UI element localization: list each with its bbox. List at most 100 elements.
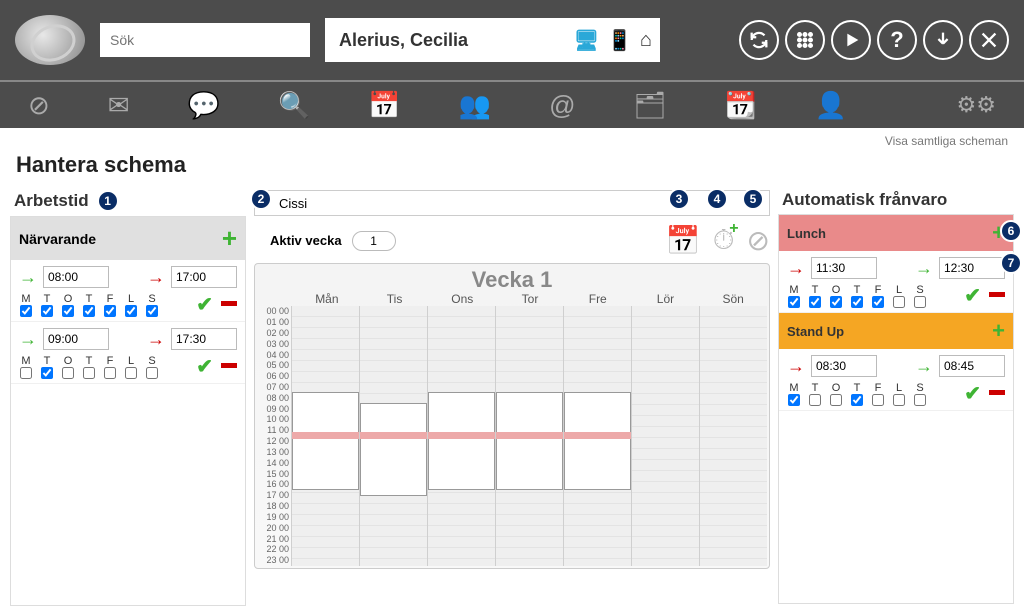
day-checkbox[interactable]	[830, 394, 842, 406]
schedule-search-input[interactable]	[254, 190, 770, 216]
day-checkbox[interactable]	[146, 305, 158, 317]
arrow-in-icon: →	[915, 258, 933, 279]
day-checkbox[interactable]	[851, 394, 863, 406]
absence-end-input[interactable]	[939, 257, 1005, 279]
at-icon[interactable]: @	[549, 90, 575, 121]
confirm-icon[interactable]: ✔	[196, 354, 213, 379]
day-column	[359, 306, 427, 566]
grid-button[interactable]	[785, 20, 825, 60]
start-time-input[interactable]	[43, 266, 109, 288]
monitor-icon[interactable]: 🖥	[574, 28, 599, 53]
day-checkbox[interactable]	[872, 296, 884, 308]
sync-button[interactable]	[739, 20, 779, 60]
home-icon[interactable]: ⌂	[640, 29, 652, 52]
settings-icon[interactable]: ⚙⚙	[957, 92, 996, 118]
mail-icon[interactable]: ✉	[108, 90, 130, 121]
lunch-band	[496, 432, 563, 439]
add-absence-button[interactable]: +	[992, 318, 1005, 344]
arrow-in-icon: →	[915, 356, 933, 377]
top-bar: Alerius, Cecilia 🖥 📱 ⌂ ?	[0, 0, 1024, 80]
day-checkbox[interactable]	[62, 305, 74, 317]
lunch-band	[292, 432, 359, 439]
phone-icon[interactable]: 📱	[607, 28, 632, 53]
day-checkbox[interactable]	[125, 305, 137, 317]
work-block[interactable]	[564, 392, 631, 490]
confirm-icon[interactable]: ✔	[196, 292, 213, 317]
presence-title: Närvarande	[19, 231, 96, 247]
arrow-in-icon: →	[19, 329, 37, 350]
people-icon[interactable]: 👥	[459, 90, 491, 121]
day-checkbox[interactable]	[788, 296, 800, 308]
day-checkbox[interactable]	[788, 394, 800, 406]
absence-start-input[interactable]	[811, 355, 877, 377]
badge-3: 3	[668, 188, 690, 210]
schedule-icon[interactable]: 📆	[725, 90, 757, 121]
icon-toolbar: ⊘ ✉ 💬 🔍 📅 👥 @ 🗂 📆 👤 ⚙⚙	[0, 80, 1024, 128]
day-checkbox[interactable]	[872, 394, 884, 406]
absence-end-input[interactable]	[939, 355, 1005, 377]
search-icon[interactable]: 🔍	[278, 90, 310, 121]
day-checkbox[interactable]	[20, 305, 32, 317]
contact-icon[interactable]: 🗂	[634, 90, 667, 121]
badge-7: 7	[1000, 252, 1022, 274]
week-calendar-icon[interactable]: 📅	[666, 224, 701, 257]
day-checkbox[interactable]	[41, 367, 53, 379]
work-block[interactable]	[428, 392, 495, 490]
confirm-icon[interactable]: ✔	[964, 283, 981, 308]
week-title: Vecka 1	[257, 268, 767, 292]
day-checkbox[interactable]	[809, 394, 821, 406]
start-time-input[interactable]	[43, 328, 109, 350]
user-name-display[interactable]: Alerius, Cecilia 🖥 📱 ⌂	[325, 18, 660, 62]
absence-header: Stand Up+	[779, 313, 1013, 349]
day-checkbox[interactable]	[893, 296, 905, 308]
add-worktime-button[interactable]: +	[222, 223, 237, 254]
day-checkbox[interactable]	[809, 296, 821, 308]
absence-item: Lunch+ → → MTOTFLS ✔	[779, 215, 1013, 313]
remove-icon[interactable]	[221, 363, 237, 368]
absence-panel: Lunch+ → → MTOTFLS ✔ Stand Up+ → → MTOTF…	[778, 214, 1014, 604]
remove-icon[interactable]	[221, 301, 237, 306]
help-button[interactable]: ?	[877, 20, 917, 60]
week-add-icon[interactable]: ⏱	[713, 224, 735, 257]
view-all-link[interactable]: Visa samtliga scheman	[885, 134, 1008, 148]
remove-icon[interactable]	[989, 390, 1005, 395]
work-block[interactable]	[292, 392, 359, 490]
day-checkbox[interactable]	[104, 305, 116, 317]
worktime-heading: Arbetstid 1	[10, 190, 246, 212]
day-checkbox[interactable]	[851, 296, 863, 308]
calendar-icon[interactable]: 📅	[368, 90, 400, 121]
no-entry-icon[interactable]: ⊘	[28, 90, 50, 121]
day-checkbox[interactable]	[83, 367, 95, 379]
day-checkbox[interactable]	[146, 367, 158, 379]
week-remove-icon[interactable]: ⊘	[747, 224, 770, 257]
close-button[interactable]	[969, 20, 1009, 60]
day-checkbox[interactable]	[83, 305, 95, 317]
work-block[interactable]	[496, 392, 563, 490]
end-time-input[interactable]	[171, 266, 237, 288]
work-block[interactable]	[360, 403, 427, 496]
badge-5: 5	[742, 188, 764, 210]
worktime-panel: Närvarande + → → MTOTFLS ✔ → → MTOTFLS ✔	[10, 216, 246, 606]
day-checkbox[interactable]	[104, 367, 116, 379]
play-button[interactable]	[831, 20, 871, 60]
day-checkbox[interactable]	[914, 296, 926, 308]
chat-icon[interactable]: 💬	[188, 90, 220, 121]
end-time-input[interactable]	[171, 328, 237, 350]
absence-start-input[interactable]	[811, 257, 877, 279]
day-checkbox[interactable]	[62, 367, 74, 379]
active-week-select[interactable]	[352, 231, 396, 251]
global-search-input[interactable]	[100, 23, 310, 57]
day-checkbox[interactable]	[20, 367, 32, 379]
profile-icon[interactable]: 👤	[815, 90, 847, 121]
day-checkbox[interactable]	[914, 394, 926, 406]
day-checkbox[interactable]	[893, 394, 905, 406]
remove-icon[interactable]	[989, 292, 1005, 297]
day-checkbox[interactable]	[41, 305, 53, 317]
absence-header: Lunch+	[779, 215, 1013, 251]
arrow-out-icon: →	[147, 267, 165, 288]
download-button[interactable]	[923, 20, 963, 60]
day-checkbox[interactable]	[125, 367, 137, 379]
day-checkbox[interactable]	[830, 296, 842, 308]
confirm-icon[interactable]: ✔	[964, 381, 981, 406]
arrow-out-icon: →	[787, 356, 805, 377]
